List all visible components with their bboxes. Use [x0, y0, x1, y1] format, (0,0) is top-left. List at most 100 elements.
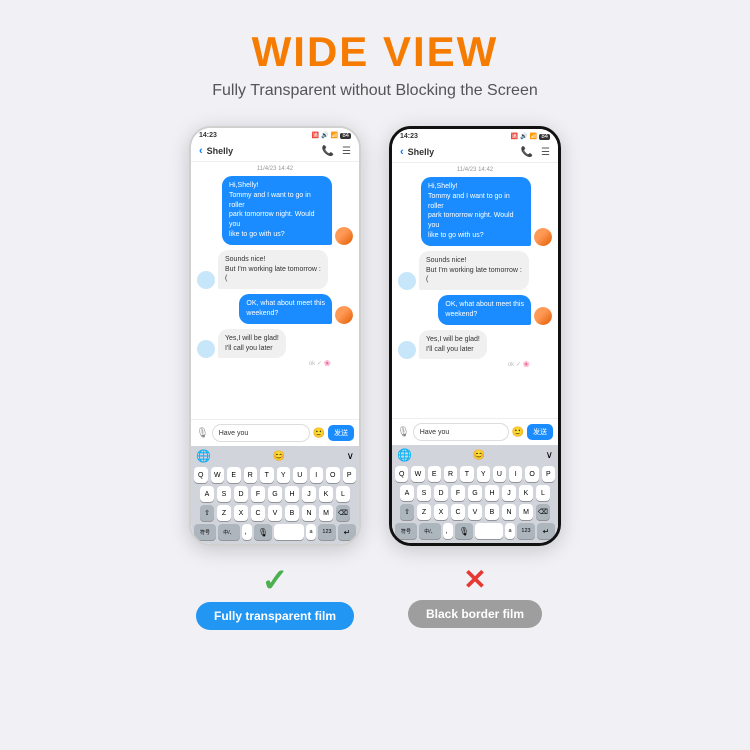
key-space-right[interactable] [475, 523, 503, 539]
bubble-in-2-left: Yes,I will be glad!I'll call you later [218, 329, 286, 359]
key-J-left[interactable]: J [302, 486, 316, 502]
bubble-in-1-right: Sounds nice!But I'm working late tomorro… [419, 251, 529, 290]
msg-in-2-right: Yes,I will be glad!I'll call you later [398, 330, 552, 360]
key-comma-right[interactable]: ， [443, 523, 453, 539]
key-shift-right[interactable]: ⇧ [400, 504, 414, 520]
key-E-left[interactable]: E [227, 467, 241, 483]
key-G-right[interactable]: G [468, 485, 482, 501]
messages-right: Hi,Shelly!Tommy and I want to go in roll… [392, 175, 558, 418]
key-del-right[interactable]: ⌫ [536, 504, 550, 520]
key-123-left[interactable]: 123 [318, 524, 336, 540]
key-123-right[interactable]: 123 [517, 523, 535, 539]
key-comma-left[interactable]: ， [242, 524, 252, 540]
key-V-left[interactable]: V [268, 505, 282, 521]
badge-wrapper-right: ✕ Black border film [389, 566, 561, 628]
key-Z-right[interactable]: Z [417, 504, 431, 520]
key-B-right[interactable]: B [485, 504, 499, 520]
key-Q-left[interactable]: Q [194, 467, 208, 483]
phone-icon-right[interactable]: 📞 [521, 147, 533, 158]
key-Y-right[interactable]: Y [477, 466, 490, 482]
key-mic-left[interactable]: 🎙 [254, 524, 272, 540]
key-mic-right[interactable]: 🎙 [455, 523, 473, 539]
key-H-left[interactable]: H [285, 486, 299, 502]
key-H-right[interactable]: H [485, 485, 499, 501]
emoji-icon-right[interactable]: 🙂 [512, 427, 524, 438]
key-E-right[interactable]: E [428, 466, 441, 482]
key-B-left[interactable]: B [285, 505, 299, 521]
key-Z-left[interactable]: Z [217, 505, 231, 521]
key-U-left[interactable]: U [293, 467, 307, 483]
key-R-left[interactable]: R [244, 467, 258, 483]
key-del-left[interactable]: ⌫ [336, 505, 350, 521]
avatar-out-2-left [335, 306, 353, 324]
key-cn-left[interactable]: 中/、 [218, 524, 240, 540]
key-R-right[interactable]: R [444, 466, 457, 482]
key-a-left[interactable]: a [306, 524, 316, 540]
key-L-left[interactable]: L [336, 486, 350, 502]
key-L-right[interactable]: L [536, 485, 550, 501]
key-C-left[interactable]: C [251, 505, 265, 521]
page-title: WIDE VIEW [212, 28, 538, 76]
key-Q-right[interactable]: Q [395, 466, 408, 482]
menu-icon-right[interactable]: ☰ [541, 147, 550, 158]
avatar-in-1-left [197, 271, 215, 289]
key-symbols-right[interactable]: 符号 [395, 523, 417, 539]
key-F-left[interactable]: F [251, 486, 265, 502]
time-left: 14:23 [199, 132, 217, 139]
key-a-right[interactable]: a [505, 523, 515, 539]
msg-out-1-right: Hi,Shelly!Tommy and I want to go in roll… [398, 177, 552, 246]
key-M-left[interactable]: M [319, 505, 333, 521]
badge-black-border-film: Black border film [408, 600, 542, 628]
menu-icon-left[interactable]: ☰ [342, 146, 351, 157]
key-enter-right[interactable]: ↵ [537, 523, 555, 539]
key-symbols-left[interactable]: 符号 [194, 524, 216, 540]
key-X-right[interactable]: X [434, 504, 448, 520]
text-input-right[interactable]: Have you [413, 423, 509, 441]
key-A-left[interactable]: A [200, 486, 214, 502]
key-G-left[interactable]: G [268, 486, 282, 502]
key-U-right[interactable]: U [493, 466, 506, 482]
key-O-right[interactable]: O [525, 466, 538, 482]
key-X-left[interactable]: X [234, 505, 248, 521]
key-space-left[interactable] [274, 524, 304, 540]
status-icons-right: 🈵 🔊 📶 84 [511, 133, 550, 140]
send-btn-right[interactable]: 发送 [527, 424, 553, 440]
key-I-right[interactable]: I [509, 466, 522, 482]
key-enter-left[interactable]: ↵ [338, 524, 356, 540]
key-D-right[interactable]: D [434, 485, 448, 501]
key-T-left[interactable]: T [260, 467, 274, 483]
send-btn-left[interactable]: 发送 [328, 425, 354, 441]
key-A-right[interactable]: A [400, 485, 414, 501]
key-N-left[interactable]: N [302, 505, 316, 521]
mic-icon-left[interactable]: 🎙 [196, 428, 209, 439]
key-J-right[interactable]: J [502, 485, 516, 501]
key-M-right[interactable]: M [519, 504, 533, 520]
key-S-right[interactable]: S [417, 485, 431, 501]
key-shift-left[interactable]: ⇧ [200, 505, 214, 521]
back-arrow-right[interactable]: ‹ [400, 146, 404, 158]
text-input-left[interactable]: Have you [212, 424, 310, 442]
key-cn-right[interactable]: 中/、 [419, 523, 441, 539]
key-W-left[interactable]: W [211, 467, 225, 483]
msg-out-2-left: OK, what about meet thisweekend? [197, 294, 353, 324]
key-V-right[interactable]: V [468, 504, 482, 520]
mic-icon-right[interactable]: 🎙 [397, 427, 410, 438]
key-O-left[interactable]: O [326, 467, 340, 483]
key-C-right[interactable]: C [451, 504, 465, 520]
key-K-left[interactable]: K [319, 486, 333, 502]
key-K-right[interactable]: K [519, 485, 533, 501]
key-P-right[interactable]: P [542, 466, 555, 482]
key-P-left[interactable]: P [343, 467, 357, 483]
emoji-icon-left[interactable]: 🙂 [313, 428, 325, 439]
key-D-left[interactable]: D [234, 486, 248, 502]
key-W-right[interactable]: W [411, 466, 424, 482]
key-N-right[interactable]: N [502, 504, 516, 520]
key-T-right[interactable]: T [460, 466, 473, 482]
key-S-left[interactable]: S [217, 486, 231, 502]
key-Y-left[interactable]: Y [277, 467, 291, 483]
key-F-right[interactable]: F [451, 485, 465, 501]
bubble-out-2-right: OK, what about meet thisweekend? [438, 295, 531, 325]
back-arrow-left[interactable]: ‹ [199, 145, 203, 157]
key-I-left[interactable]: I [310, 467, 324, 483]
phone-icon-left[interactable]: 📞 [322, 146, 334, 157]
